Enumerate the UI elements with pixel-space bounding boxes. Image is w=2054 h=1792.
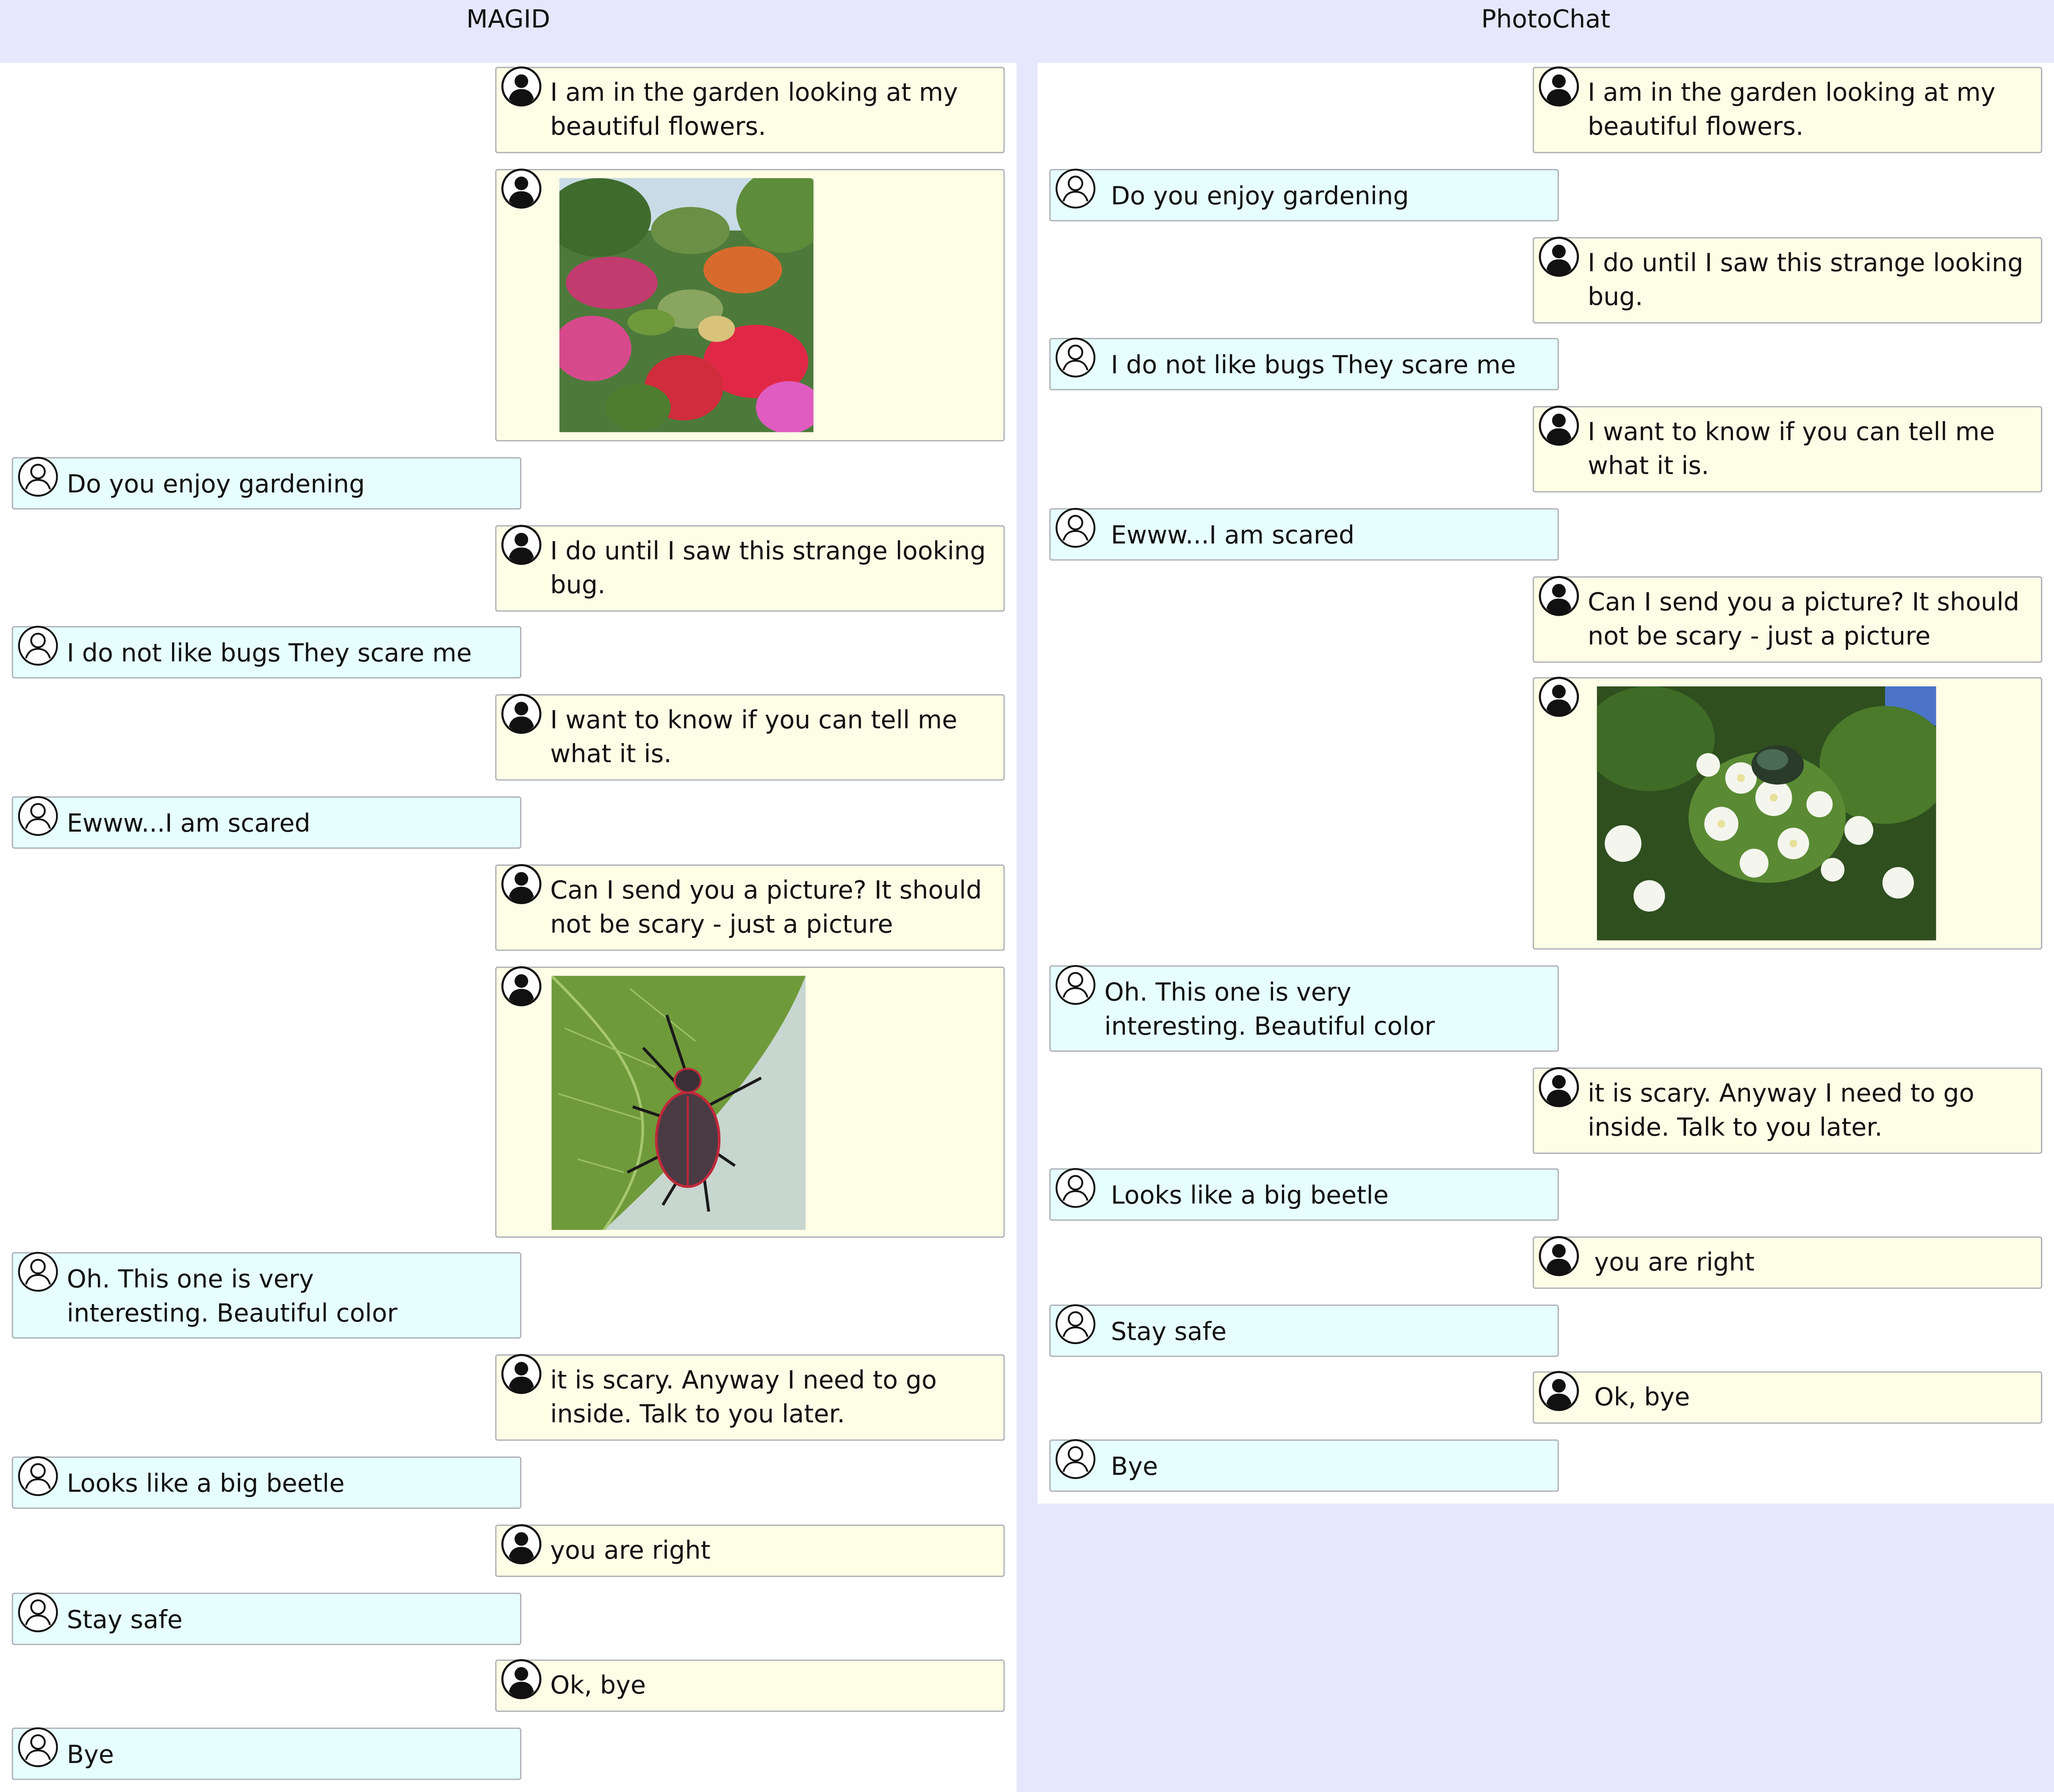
- user-message: I want to know if you can tell me what i…: [495, 693, 1005, 781]
- person-filled-icon: [501, 66, 543, 108]
- user-image-message: [1533, 676, 2043, 950]
- message-text: Ewww...I am scared: [66, 809, 310, 838]
- user-message: I do until I saw this strange looking bu…: [1533, 236, 2043, 324]
- user-message: you are right: [1533, 1235, 2043, 1289]
- message-text: Stay safe: [1111, 1317, 1227, 1347]
- person-outline-icon: [17, 1251, 59, 1293]
- bot-message: Oh. This one is very interesting. Beauti…: [11, 1251, 522, 1339]
- person-filled-icon: [501, 1658, 543, 1700]
- bot-message: Bye: [11, 1726, 522, 1780]
- bot-message: Bye: [1049, 1439, 1559, 1492]
- person-filled-icon: [501, 693, 543, 735]
- message-text: I want to know if you can tell me what i…: [550, 706, 958, 769]
- message-text: Stay safe: [66, 1606, 183, 1635]
- panel-title: PhotoChat: [1481, 5, 1611, 34]
- person-filled-icon: [1538, 66, 1580, 108]
- message-text: it is scary. Anyway I need to go inside.…: [550, 1366, 937, 1429]
- user-image-message: [495, 967, 1005, 1238]
- user-message: I am in the garden looking at my beautif…: [1533, 66, 2043, 153]
- person-filled-icon: [1538, 676, 1580, 718]
- message-text: Can I send you a picture? It should not …: [550, 876, 982, 939]
- person-filled-icon: [1538, 1066, 1580, 1108]
- bot-message: Looks like a big beetle: [11, 1455, 522, 1509]
- message-text: I do until I saw this strange looking bu…: [550, 537, 986, 600]
- person-filled-icon: [1538, 1370, 1580, 1412]
- message-text: Looks like a big beetle: [1111, 1181, 1389, 1211]
- magid-panel: MAGID I am in the garden looking at my b…: [0, 0, 1017, 1792]
- message-text: Do you enjoy gardening: [66, 470, 365, 499]
- person-filled-icon: [501, 965, 543, 1007]
- message-text: Can I send you a picture? It should not …: [1587, 588, 2020, 651]
- bot-message: Ewww...I am scared: [11, 795, 522, 849]
- person-outline-icon: [1055, 1438, 1096, 1480]
- user-message: it is scary. Anyway I need to go inside.…: [495, 1354, 1005, 1441]
- person-filled-icon: [1538, 236, 1580, 278]
- message-text: it is scary. Anyway I need to go inside.…: [1587, 1079, 1974, 1142]
- user-message: it is scary. Anyway I need to go inside.…: [1533, 1066, 2043, 1154]
- person-outline-icon: [17, 1726, 59, 1768]
- message-text: I want to know if you can tell me what i…: [1587, 418, 1995, 481]
- person-filled-icon: [501, 524, 543, 566]
- person-outline-icon: [1055, 168, 1096, 210]
- person-filled-icon: [501, 1353, 543, 1395]
- message-text: Oh. This one is very interesting. Beauti…: [66, 1265, 398, 1328]
- message-text: Ewww...I am scared: [1111, 521, 1355, 550]
- user-message: I am in the garden looking at my beautif…: [495, 67, 1005, 153]
- photochat-panel: PhotoChat I am in the garden looking at …: [1037, 0, 2054, 1506]
- message-text: I am in the garden looking at my beautif…: [550, 78, 958, 142]
- message-text: I do until I saw this strange looking bu…: [1587, 249, 2024, 312]
- person-outline-icon: [1055, 507, 1096, 549]
- person-outline-icon: [17, 795, 59, 837]
- person-outline-icon: [1055, 337, 1096, 379]
- user-message: Ok, bye: [1533, 1370, 2043, 1424]
- person-filled-icon: [501, 863, 543, 905]
- message-text: I am in the garden looking at my beautif…: [1587, 78, 1996, 142]
- person-filled-icon: [501, 168, 543, 210]
- bot-message: Stay safe: [1049, 1305, 1559, 1357]
- panel-title: MAGID: [466, 5, 551, 34]
- bot-message: I do not like bugs They scare me: [11, 625, 522, 679]
- person-outline-icon: [17, 456, 59, 498]
- message-text: Oh. This one is very interesting. Beauti…: [1104, 978, 1435, 1042]
- person-filled-icon: [1538, 1235, 1580, 1277]
- message-text: I do not like bugs They scare me: [66, 639, 472, 668]
- person-outline-icon: [17, 625, 59, 666]
- message-text: Ok, bye: [550, 1671, 646, 1700]
- garden-flowers-image[interactable]: [559, 178, 814, 432]
- person-filled-icon: [1538, 405, 1580, 447]
- bot-message: Do you enjoy gardening: [11, 456, 522, 510]
- person-outline-icon: [1055, 1167, 1096, 1209]
- user-image-message: [495, 168, 1005, 442]
- beetle-on-white-flowers-image[interactable]: [1597, 686, 1936, 940]
- message-text: you are right: [550, 1536, 711, 1565]
- message-text: Ok, bye: [1594, 1383, 1690, 1412]
- person-filled-icon: [501, 1523, 543, 1565]
- user-message: Can I send you a picture? It should not …: [495, 865, 1005, 951]
- user-message: I do until I saw this strange looking bu…: [495, 524, 1005, 612]
- bot-message: Do you enjoy gardening: [1049, 169, 1559, 221]
- person-outline-icon: [1055, 964, 1096, 1006]
- message-text: Bye: [1111, 1452, 1158, 1482]
- message-text: Do you enjoy gardening: [1111, 182, 1409, 211]
- message-text: Bye: [66, 1740, 114, 1770]
- user-message: Ok, bye: [495, 1659, 1005, 1712]
- user-message: Can I send you a picture? It should not …: [1533, 575, 2043, 663]
- bot-message: Ewww...I am scared: [1049, 508, 1559, 561]
- bot-message: Oh. This one is very interesting. Beauti…: [1049, 965, 1559, 1052]
- user-message: I want to know if you can tell me what i…: [1533, 405, 2043, 493]
- bot-message: Looks like a big beetle: [1049, 1168, 1559, 1221]
- person-outline-icon: [1055, 1303, 1096, 1345]
- person-filled-icon: [1538, 575, 1580, 617]
- person-outline-icon: [17, 1455, 59, 1497]
- message-text: you are right: [1594, 1248, 1755, 1277]
- message-text: Looks like a big beetle: [66, 1469, 345, 1499]
- message-text: I do not like bugs They scare me: [1111, 351, 1516, 380]
- bot-message: I do not like bugs They scare me: [1049, 338, 1559, 390]
- user-message: you are right: [495, 1524, 1005, 1577]
- person-outline-icon: [17, 1591, 59, 1633]
- bot-message: Stay safe: [11, 1591, 522, 1645]
- beetle-on-leaf-image[interactable]: [551, 976, 806, 1230]
